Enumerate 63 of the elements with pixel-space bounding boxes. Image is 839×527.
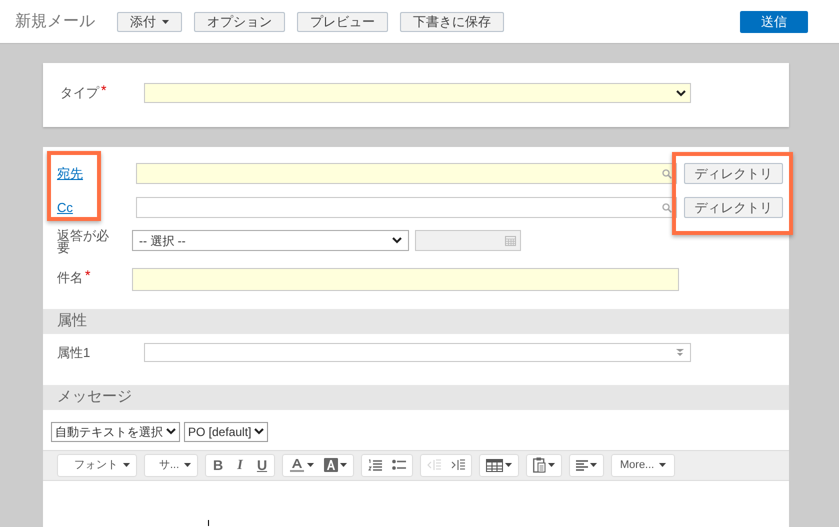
- align-button[interactable]: [576, 460, 597, 470]
- italic-button[interactable]: I: [234, 454, 246, 476]
- numbered-list-button[interactable]: [368, 458, 382, 472]
- toolbar-button[interactable]: プレビュー: [297, 12, 388, 32]
- indent-icon: [451, 459, 465, 471]
- field-label: 属性1: [57, 344, 90, 362]
- caret-icon: [590, 463, 597, 467]
- align-left-icon: [576, 460, 588, 470]
- search-icon: [662, 202, 672, 212]
- caret-icon: [162, 20, 169, 24]
- caret-icon: [548, 463, 555, 467]
- field-label: 件名: [57, 269, 83, 287]
- search-icon: [662, 168, 672, 178]
- dropdown-button[interactable]: フォント: [64, 454, 130, 476]
- caret-icon: [123, 463, 130, 467]
- clipboard-icon: [533, 457, 546, 473]
- caret-icon: [676, 349, 684, 356]
- required-mark: *: [101, 83, 106, 97]
- autotext-select[interactable]: 自動テキストを選択: [51, 422, 180, 442]
- bullet-list-icon: [392, 459, 406, 471]
- section-header: 属性: [43, 309, 789, 334]
- bullet-list-button[interactable]: [392, 459, 406, 471]
- outdent-icon: [427, 459, 441, 471]
- page-title: 新規メール: [15, 12, 95, 32]
- underline-button[interactable]: U: [256, 454, 268, 476]
- toolbar-button[interactable]: 添付: [117, 12, 182, 32]
- text-cursor: [208, 520, 209, 526]
- caret-icon: [307, 463, 314, 467]
- chevron-icon: [166, 428, 176, 435]
- table-icon: [486, 458, 503, 472]
- indent-button[interactable]: [451, 459, 465, 471]
- recipient-link[interactable]: 宛先: [57, 166, 83, 180]
- table-button[interactable]: [486, 458, 512, 472]
- caret-icon: [184, 463, 192, 467]
- highlight-color-button[interactable]: [324, 458, 347, 472]
- bold-button[interactable]: B: [212, 454, 224, 476]
- letter-underline-icon: [289, 458, 305, 472]
- directory-button[interactable]: ディレクトリ: [684, 197, 783, 218]
- template-select[interactable]: PO [default]: [184, 422, 268, 442]
- toolbar-button[interactable]: オプション: [194, 12, 285, 32]
- required-mark: *: [85, 268, 90, 282]
- recipient-link[interactable]: Cc: [57, 200, 73, 214]
- chevron-icon: [392, 237, 402, 244]
- numbered-list-icon: [368, 458, 382, 472]
- caret-icon: [659, 463, 666, 467]
- letter-box-icon: [324, 458, 338, 472]
- caret-icon: [340, 463, 347, 467]
- subject-field[interactable]: [132, 268, 679, 291]
- font-color-button[interactable]: [289, 458, 314, 472]
- toolbar-button[interactable]: 下書きに保存: [400, 12, 504, 32]
- reply-select[interactable]: -- 選択 --: [132, 230, 409, 251]
- directory-button[interactable]: ディレクトリ: [684, 163, 783, 184]
- calendar-icon: [505, 235, 516, 246]
- send-button[interactable]: 送信: [740, 10, 808, 32]
- dropdown-button[interactable]: サ...: [151, 454, 191, 476]
- field-label: タイプ: [60, 84, 99, 102]
- section-header: メッセージ: [43, 384, 789, 410]
- dropdown-button[interactable]: More...: [618, 454, 668, 476]
- chevron-icon: [254, 428, 264, 435]
- field-label: 返答が必要: [57, 230, 110, 254]
- chevron-icon: [676, 90, 686, 96]
- paste-button[interactable]: [533, 457, 555, 473]
- caret-icon: [505, 463, 512, 467]
